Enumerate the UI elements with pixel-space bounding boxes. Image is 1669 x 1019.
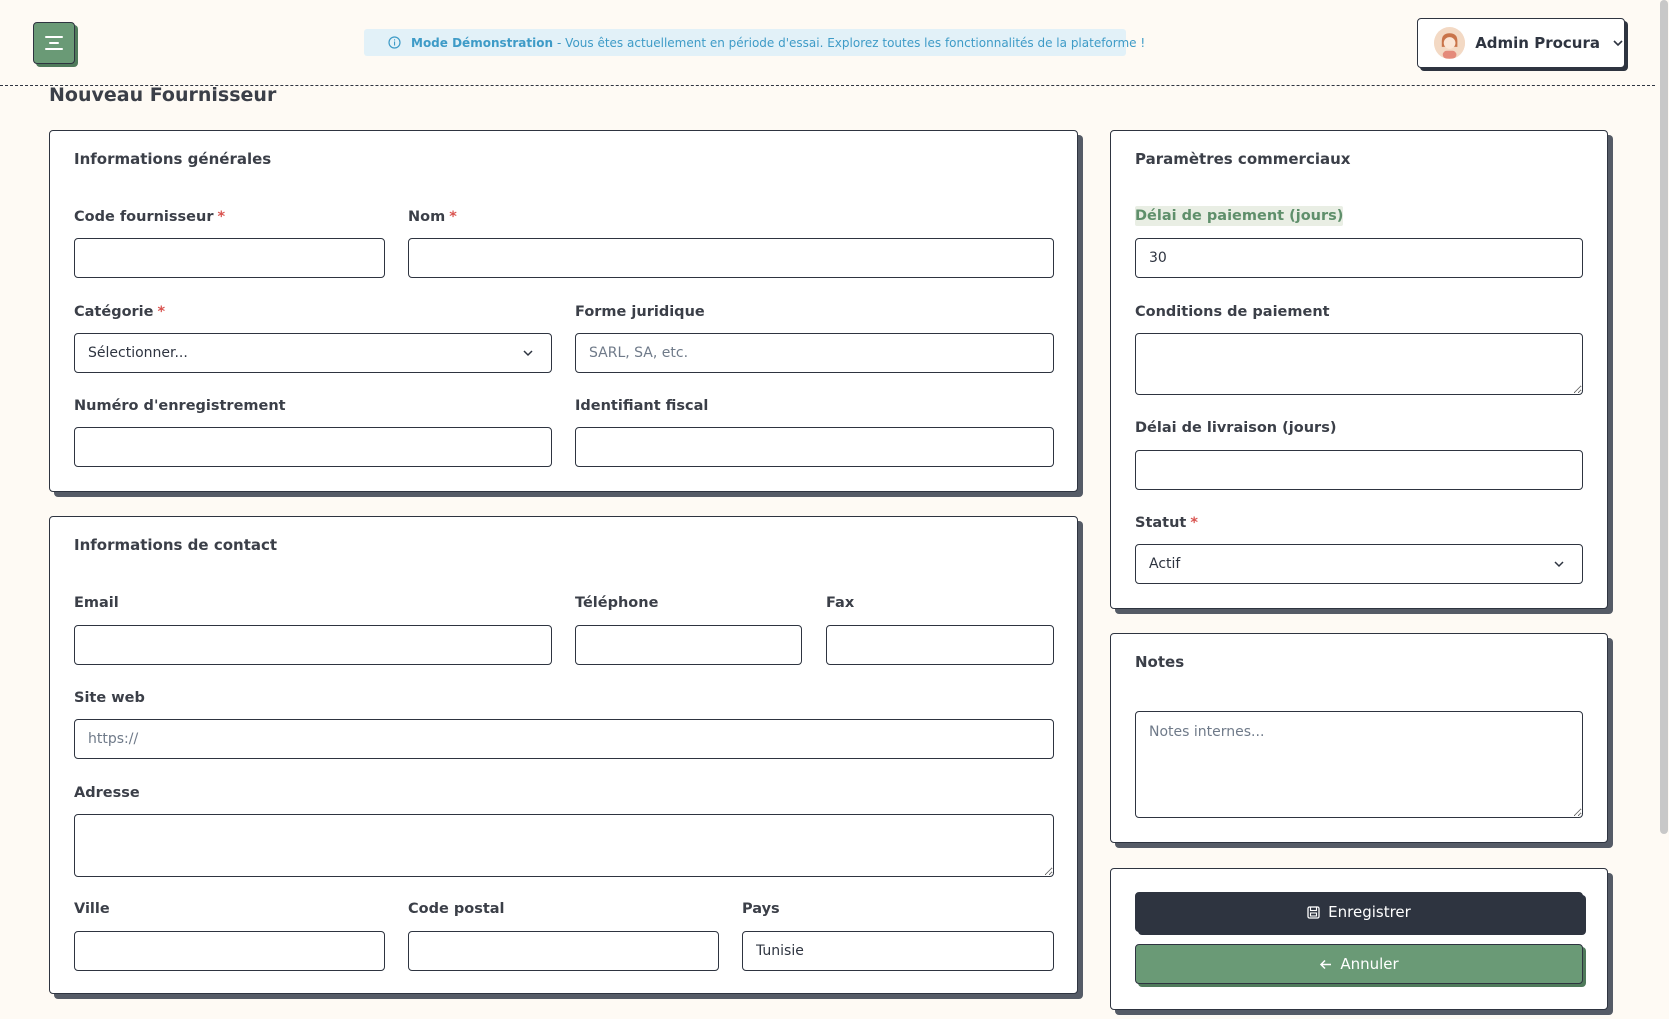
address-textarea[interactable] [74,814,1054,877]
tax-id-input[interactable] [575,427,1054,467]
save-icon [1307,905,1320,919]
info-icon [388,36,401,49]
category-select[interactable]: Sélectionner... [74,333,552,373]
payment-terms-textarea[interactable] [1135,333,1583,395]
actions-card: Enregistrer Annuler [1110,868,1608,1010]
required-mark: * [449,209,457,225]
page-title: Nouveau Fournisseur [49,84,277,106]
required-mark: * [157,304,166,320]
address-label: Adresse [74,785,140,801]
email-label: Email [74,595,119,611]
delivery-delay-label: Délai de livraison (jours) [1135,420,1337,436]
code-label: Code fournisseur * [74,209,226,225]
avatar [1434,27,1466,59]
user-name: Admin Procura [1475,34,1600,52]
supplier-code-input[interactable] [74,238,385,278]
email-input[interactable] [74,625,552,665]
legal-form-input[interactable] [575,333,1054,373]
supplier-name-input[interactable] [408,238,1054,278]
legal-form-label: Forme juridique [575,304,705,320]
cancel-button-label: Annuler [1340,955,1399,973]
required-mark: * [1190,515,1198,531]
page-scrollbar[interactable] [1660,0,1668,834]
chevron-down-icon [1553,560,1565,568]
city-input[interactable] [74,931,385,971]
phone-label: Téléphone [575,595,659,611]
website-input[interactable] [74,719,1054,759]
save-button[interactable]: Enregistrer [1135,892,1583,932]
status-label: Statut * [1135,515,1198,531]
payment-terms-label: Conditions de paiement [1135,304,1330,320]
demo-mode-title: Mode Démonstration [411,35,554,50]
phone-input[interactable] [575,625,802,665]
payment-delay-label: Délai de paiement (jours) [1135,206,1344,226]
notes-textarea[interactable] [1135,711,1583,818]
city-label: Ville [74,901,110,917]
hamburger-icon [44,35,64,51]
category-label: Catégorie * [74,304,166,320]
required-mark: * [217,209,226,225]
menu-toggle-button[interactable] [33,22,75,64]
registration-label: Numéro d'enregistrement [74,398,286,414]
status-selected-value: Actif [1149,556,1181,572]
top-bar: Mode Démonstration - Vous êtes actuellem… [0,0,1655,86]
notes-card: Notes [1110,633,1608,843]
demo-mode-banner: Mode Démonstration - Vous êtes actuellem… [364,29,1145,56]
arrow-left-icon [1319,959,1332,970]
postal-code-input[interactable] [408,931,719,971]
country-input[interactable] [742,931,1054,971]
delivery-delay-input[interactable] [1135,450,1583,490]
name-label: Nom * [408,209,457,225]
user-menu-button[interactable]: Admin Procura [1417,18,1625,68]
demo-mode-text: - Vous êtes actuellement en période d'es… [557,35,1146,50]
contact-info-title: Informations de contact [74,536,278,554]
chevron-down-icon [1612,39,1624,47]
save-button-label: Enregistrer [1328,903,1411,921]
country-label: Pays [742,901,780,917]
general-info-card: Informations générales Code fournisseur *… [49,130,1078,492]
cancel-button[interactable]: Annuler [1135,944,1583,984]
chevron-down-icon [522,349,534,357]
commercial-params-card: Paramètres commerciaux Délai de paiement… [1110,130,1608,609]
registration-number-input[interactable] [74,427,552,467]
category-selected-value: Sélectionner... [88,345,188,361]
status-select[interactable]: Actif [1135,544,1583,584]
commercial-params-title: Paramètres commerciaux [1135,150,1351,168]
notes-title: Notes [1135,653,1185,671]
postal-code-label: Code postal [408,901,505,917]
payment-delay-input[interactable] [1135,238,1583,278]
fax-input[interactable] [826,625,1054,665]
fax-label: Fax [826,595,855,611]
contact-info-card: Informations de contact Email Téléphone … [49,516,1078,994]
website-label: Site web [74,690,145,706]
general-info-title: Informations générales [74,150,272,168]
tax-id-label: Identifiant fiscal [575,398,709,414]
